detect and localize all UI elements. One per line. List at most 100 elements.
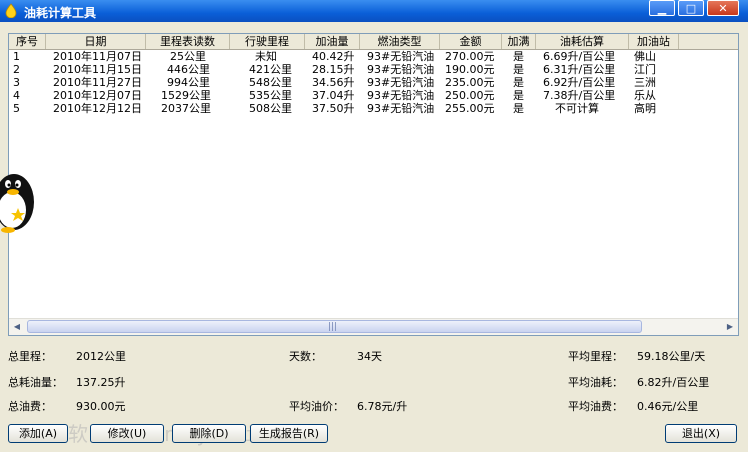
fuel-records-list[interactable]: 序号 日期 里程表读数 行驶里程 加油量 燃油类型 金额 加满 油耗估算 加油站… bbox=[8, 33, 739, 336]
avg-consumption-value: 6.82升/百公里 bbox=[637, 376, 710, 389]
cell-odometer: 994公里 bbox=[167, 76, 210, 89]
cell-consumption: 7.38升/百公里 bbox=[543, 89, 616, 102]
cell-distance: 548公里 bbox=[249, 76, 292, 89]
cell-index: 3 bbox=[13, 76, 20, 89]
cell-station: 江门 bbox=[634, 63, 656, 76]
cell-cost: 190.00元 bbox=[445, 63, 495, 76]
add-button[interactable]: 添加(A) bbox=[8, 424, 68, 443]
cell-distance: 未知 bbox=[255, 50, 277, 63]
cell-cost: 255.00元 bbox=[445, 102, 495, 115]
horizontal-scrollbar[interactable]: ◀ ||| ▶ bbox=[9, 318, 738, 335]
cell-consumption: 6.31升/百公里 bbox=[543, 63, 616, 76]
total-fuel-value: 137.25升 bbox=[76, 376, 126, 389]
cell-full: 是 bbox=[513, 50, 524, 63]
cell-date: 2010年11月07日 bbox=[53, 50, 142, 63]
modify-button[interactable]: 修改(U) bbox=[90, 424, 164, 443]
days-value: 34天 bbox=[357, 350, 382, 363]
cell-fuel-amount: 37.04升 bbox=[312, 89, 355, 102]
col-header-cost[interactable]: 金额 bbox=[440, 34, 502, 49]
cell-station: 乐从 bbox=[634, 89, 656, 102]
cell-full: 是 bbox=[513, 89, 524, 102]
cell-date: 2010年11月15日 bbox=[53, 63, 142, 76]
cell-date: 2010年11月27日 bbox=[53, 76, 142, 89]
cell-index: 5 bbox=[13, 102, 20, 115]
cell-fuel-type: 93#无铅汽油 bbox=[367, 102, 435, 115]
penguin-mascot-icon bbox=[0, 174, 34, 233]
cell-odometer: 25公里 bbox=[170, 50, 206, 63]
col-header-consumption[interactable]: 油耗估算 bbox=[536, 34, 629, 49]
cell-odometer: 1529公里 bbox=[161, 89, 211, 102]
cell-station: 高明 bbox=[634, 102, 656, 115]
table-row[interactable]: 5 2010年12月12日 2037公里 508公里 37.50升 93#无铅汽… bbox=[9, 102, 738, 115]
cell-distance: 421公里 bbox=[249, 63, 292, 76]
maximize-button[interactable]: □ bbox=[678, 0, 704, 16]
cell-fuel-type: 93#无铅汽油 bbox=[367, 89, 435, 102]
delete-button[interactable]: 删除(D) bbox=[172, 424, 246, 443]
cell-station: 三洲 bbox=[634, 76, 656, 89]
total-cost-label: 总油费： bbox=[8, 400, 52, 413]
cell-fuel-amount: 40.42升 bbox=[312, 50, 355, 63]
table-row[interactable]: 1 2010年11月07日 25公里 未知 40.42升 93#无铅汽油 270… bbox=[9, 50, 738, 63]
fuel-drop-icon bbox=[5, 3, 17, 18]
cell-index: 2 bbox=[13, 63, 20, 76]
table-row[interactable]: 3 2010年11月27日 994公里 548公里 34.56升 93#无铅汽油… bbox=[9, 76, 738, 89]
cell-fuel-amount: 34.56升 bbox=[312, 76, 355, 89]
table-row[interactable]: 2 2010年11月15日 446公里 421公里 28.15升 93#无铅汽油… bbox=[9, 63, 738, 76]
scrollbar-grip: ||| bbox=[328, 322, 338, 332]
generate-report-button[interactable]: 生成报告(R) bbox=[250, 424, 328, 443]
total-fuel-label: 总耗油量： bbox=[8, 376, 63, 389]
scroll-left-arrow-icon[interactable]: ◀ bbox=[9, 319, 25, 335]
col-header-fuel-amount[interactable]: 加油量 bbox=[305, 34, 360, 49]
total-mileage-label: 总里程： bbox=[8, 350, 52, 363]
cell-distance: 508公里 bbox=[249, 102, 292, 115]
avg-price-label: 平均油价： bbox=[289, 400, 344, 413]
cell-consumption: 6.92升/百公里 bbox=[543, 76, 616, 89]
days-label: 天数： bbox=[289, 350, 322, 363]
exit-button[interactable]: 退出(X) bbox=[665, 424, 737, 443]
avg-cost-value: 0.46元/公里 bbox=[637, 400, 699, 413]
total-mileage-value: 2012公里 bbox=[76, 350, 126, 363]
avg-mileage-label: 平均里程： bbox=[568, 350, 623, 363]
col-header-odometer[interactable]: 里程表读数 bbox=[146, 34, 230, 49]
cell-index: 1 bbox=[13, 50, 20, 63]
scrollbar-thumb[interactable]: ||| bbox=[27, 320, 642, 333]
cell-fuel-amount: 37.50升 bbox=[312, 102, 355, 115]
cell-odometer: 2037公里 bbox=[161, 102, 211, 115]
close-button[interactable]: ✕ bbox=[707, 0, 739, 16]
avg-price-value: 6.78元/升 bbox=[357, 400, 408, 413]
cell-fuel-type: 93#无铅汽油 bbox=[367, 63, 435, 76]
cell-cost: 250.00元 bbox=[445, 89, 495, 102]
cell-index: 4 bbox=[13, 89, 20, 102]
list-header: 序号 日期 里程表读数 行驶里程 加油量 燃油类型 金额 加满 油耗估算 加油站 bbox=[9, 34, 738, 50]
cell-date: 2010年12月07日 bbox=[53, 89, 142, 102]
cell-fuel-amount: 28.15升 bbox=[312, 63, 355, 76]
cell-fuel-type: 93#无铅汽油 bbox=[367, 76, 435, 89]
cell-cost: 270.00元 bbox=[445, 50, 495, 63]
col-header-station[interactable]: 加油站 bbox=[629, 34, 679, 49]
window-title: 油耗计算工具 bbox=[24, 6, 97, 20]
col-header-index[interactable]: 序号 bbox=[9, 34, 46, 49]
col-header-date[interactable]: 日期 bbox=[46, 34, 146, 49]
cell-consumption: 6.69升/百公里 bbox=[543, 50, 616, 63]
avg-consumption-label: 平均油耗： bbox=[568, 376, 623, 389]
cell-full: 是 bbox=[513, 63, 524, 76]
avg-cost-label: 平均油费： bbox=[568, 400, 623, 413]
cell-consumption: 不可计算 bbox=[555, 102, 599, 115]
title-bar: 油耗计算工具 ▁ □ ✕ bbox=[0, 0, 748, 22]
table-row[interactable]: 4 2010年12月07日 1529公里 535公里 37.04升 93#无铅汽… bbox=[9, 89, 738, 102]
cell-full: 是 bbox=[513, 102, 524, 115]
cell-distance: 535公里 bbox=[249, 89, 292, 102]
scroll-right-arrow-icon[interactable]: ▶ bbox=[722, 319, 738, 335]
col-header-fuel-type[interactable]: 燃油类型 bbox=[360, 34, 440, 49]
cell-station: 佛山 bbox=[634, 50, 656, 63]
cell-cost: 235.00元 bbox=[445, 76, 495, 89]
cell-date: 2010年12月12日 bbox=[53, 102, 142, 115]
col-header-distance[interactable]: 行驶里程 bbox=[230, 34, 305, 49]
total-cost-value: 930.00元 bbox=[76, 400, 126, 413]
cell-odometer: 446公里 bbox=[167, 63, 210, 76]
avg-mileage-value: 59.18公里/天 bbox=[637, 350, 706, 363]
col-header-full[interactable]: 加满 bbox=[502, 34, 536, 49]
minimize-button[interactable]: ▁ bbox=[649, 0, 675, 16]
cell-full: 是 bbox=[513, 76, 524, 89]
cell-fuel-type: 93#无铅汽油 bbox=[367, 50, 435, 63]
